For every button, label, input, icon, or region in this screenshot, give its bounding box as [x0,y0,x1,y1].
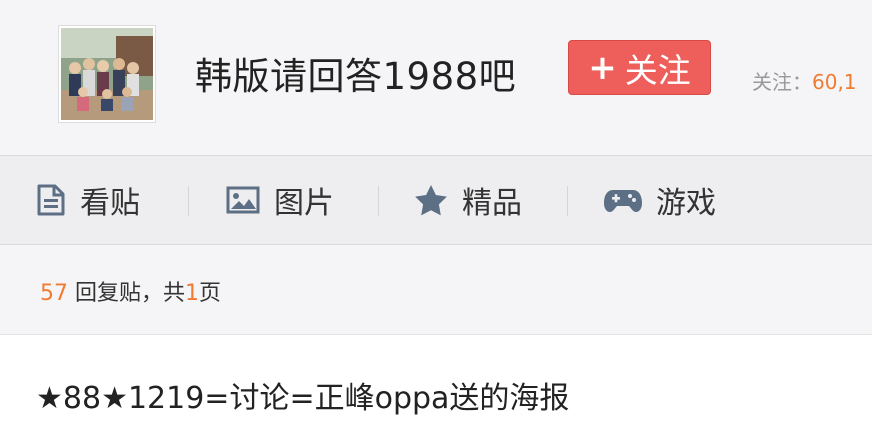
follow-button[interactable]: + 关注 [568,40,711,95]
tab-label: 精品 [462,186,522,221]
image-icon [226,186,260,214]
star-icon [415,185,447,216]
post-title[interactable]: ★88★1219=讨论=正峰oppa送的海报 [36,373,569,417]
tab-label: 看贴 [80,186,140,221]
gamepad-icon [604,190,642,212]
tab-games[interactable]: 游戏 [604,156,716,244]
reply-summary: 57 回复贴，共1页 [40,275,221,307]
forum-avatar[interactable] [58,25,156,123]
follow-count-value: 60,1 [812,70,857,94]
reply-count: 57 [40,281,68,306]
tab-separator [567,186,568,216]
divider [0,334,872,335]
reply-summary-bar: 57 回复贴，共1页 [0,245,872,334]
follow-count: 关注：60,1 [752,66,857,95]
page-count-text: 页 [199,281,222,306]
document-icon [37,184,65,216]
forum-tabs: 看贴 图片 精品 游戏 [0,156,872,244]
follow-label: 关注 [624,50,691,90]
tab-separator [188,186,189,216]
page-count: 1 [185,281,199,306]
reply-count-text: 回复贴，共 [68,281,185,306]
tab-label: 游戏 [656,186,716,221]
tab-posts[interactable]: 看贴 [36,156,140,244]
tab-label: 图片 [274,186,334,221]
group-photo-image [61,28,153,120]
forum-title[interactable]: 韩版请回答1988吧 [195,46,516,100]
tab-separator [378,186,379,216]
tab-featured[interactable]: 精品 [414,156,522,244]
follow-count-label: 关注： [752,70,812,94]
tab-images[interactable]: 图片 [226,156,334,244]
forum-header: 韩版请回答1988吧 + 关注 关注：60,1 [0,0,872,155]
plus-icon: + [588,47,617,88]
